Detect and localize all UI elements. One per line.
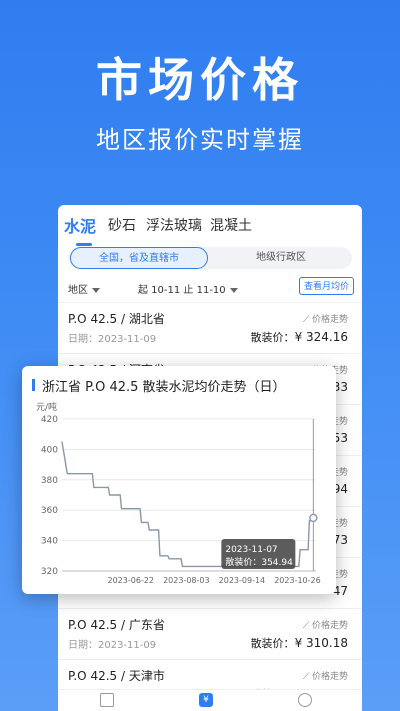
tab-float-glass[interactable]: 浮法玻璃	[146, 215, 202, 235]
y-tick-label: 320	[41, 567, 58, 577]
trend-chart-icon: ⟋	[302, 672, 312, 682]
category-tabs: 水泥 砂石 浮法玻璃 混凝土	[58, 213, 362, 246]
item-price: 散装价：¥ 324.16	[251, 329, 348, 345]
filter-bar: 地区 起 10-11 止 11-10 查看月均价	[58, 277, 362, 299]
price-trend-link[interactable]: ⟋ 价格走势	[303, 618, 348, 631]
item-date: 日期：2023-11-09	[68, 334, 157, 345]
chevron-down-icon	[229, 287, 238, 293]
hero-subtitle: 地区报价实时掌握	[96, 126, 304, 154]
item-price: 散装价：¥ 310.18	[251, 635, 348, 651]
y-tick-label: 400	[41, 445, 58, 455]
x-tick-label: 2023-06-22	[108, 576, 155, 585]
x-tick-label: 2023-10-26	[274, 576, 321, 585]
price-trend-label: 价格走势	[311, 315, 348, 325]
tab-gravel[interactable]: 砂石	[108, 215, 136, 235]
list-item[interactable]: P.O 42.5 / 湖北省 日期：2023-11-09 ⟋ 价格走势 散装价：¥ 3…	[58, 304, 362, 354]
price-trend-label: 价格走势	[311, 621, 348, 631]
x-tick-label: 2023-09-14	[219, 576, 266, 585]
y-axis-label: 元/吨	[36, 401, 57, 413]
chevron-down-icon	[92, 287, 100, 293]
region-label: 地区	[68, 285, 88, 296]
tooltip-date: 2023-11-07	[225, 545, 277, 555]
tooltip-value: 散装价：354.94	[225, 556, 293, 568]
price-trend-link[interactable]: ⟋ 价格走势	[303, 669, 348, 682]
list-item[interactable]: P.O 42.5 / 广东省 日期：2023-11-09 ⟋ 价格走势 散装价：¥ 3…	[58, 610, 362, 660]
scope-national-button[interactable]: 全国，省及直辖市	[70, 247, 208, 269]
date-range-dropdown[interactable]: 起 10-11 止 11-10	[138, 281, 238, 296]
y-tick-label: 340	[41, 537, 58, 547]
tab-indicator	[76, 243, 92, 246]
scope-city-button[interactable]: 地级行政区	[212, 247, 350, 269]
price-trend-link[interactable]: ⟋ 价格走势	[303, 312, 348, 325]
y-tick-label: 360	[41, 506, 58, 516]
region-dropdown[interactable]: 地区	[68, 281, 100, 296]
tab-concrete[interactable]: 混凝土	[210, 215, 252, 235]
highlight-point	[309, 513, 318, 523]
price-trend-chart: 元/吨 320 340 360 380 400 420 2023-06-22 2023-08-0…	[36, 401, 321, 585]
hero-title: 市场价格	[96, 53, 304, 107]
y-tick-label: 380	[41, 476, 58, 486]
price-label: 散装价：	[250, 637, 295, 650]
price-value: ¥ 310.18	[294, 636, 348, 650]
trend-chart-icon: ⟋	[302, 621, 312, 631]
yen-icon[interactable]: ¥	[199, 693, 213, 707]
home-icon[interactable]	[100, 693, 114, 707]
y-tick-label: 420	[41, 415, 58, 425]
item-name: P.O 42.5 / 湖北省	[68, 312, 165, 326]
trend-chart-icon: ⟋	[302, 315, 312, 325]
monthly-average-button[interactable]: 查看月均价	[298, 277, 354, 295]
item-name: P.O 42.5 / 天津市	[68, 669, 165, 683]
clock-icon[interactable]	[298, 693, 312, 707]
item-date: 日期：2023-11-09	[68, 640, 157, 651]
bottom-nav: ¥	[58, 689, 362, 711]
date-range-label: 起 10-11 止 11-10	[138, 285, 226, 296]
trend-chart-popup: 浙江省 P.O 42.5 散装水泥均价走势（日） 元/吨 320 340 360 380…	[22, 366, 336, 594]
item-name: P.O 42.5 / 广东省	[68, 618, 165, 632]
price-value: ¥ 324.16	[294, 330, 348, 344]
divider	[58, 302, 362, 303]
tab-cement[interactable]: 水泥	[64, 213, 96, 237]
price-trend-label: 价格走势	[311, 672, 348, 682]
x-tick-label: 2023-08-03	[163, 576, 210, 585]
scope-switch: 全国，省及直辖市 地级行政区	[68, 247, 352, 269]
price-label: 散装价：	[250, 331, 295, 344]
